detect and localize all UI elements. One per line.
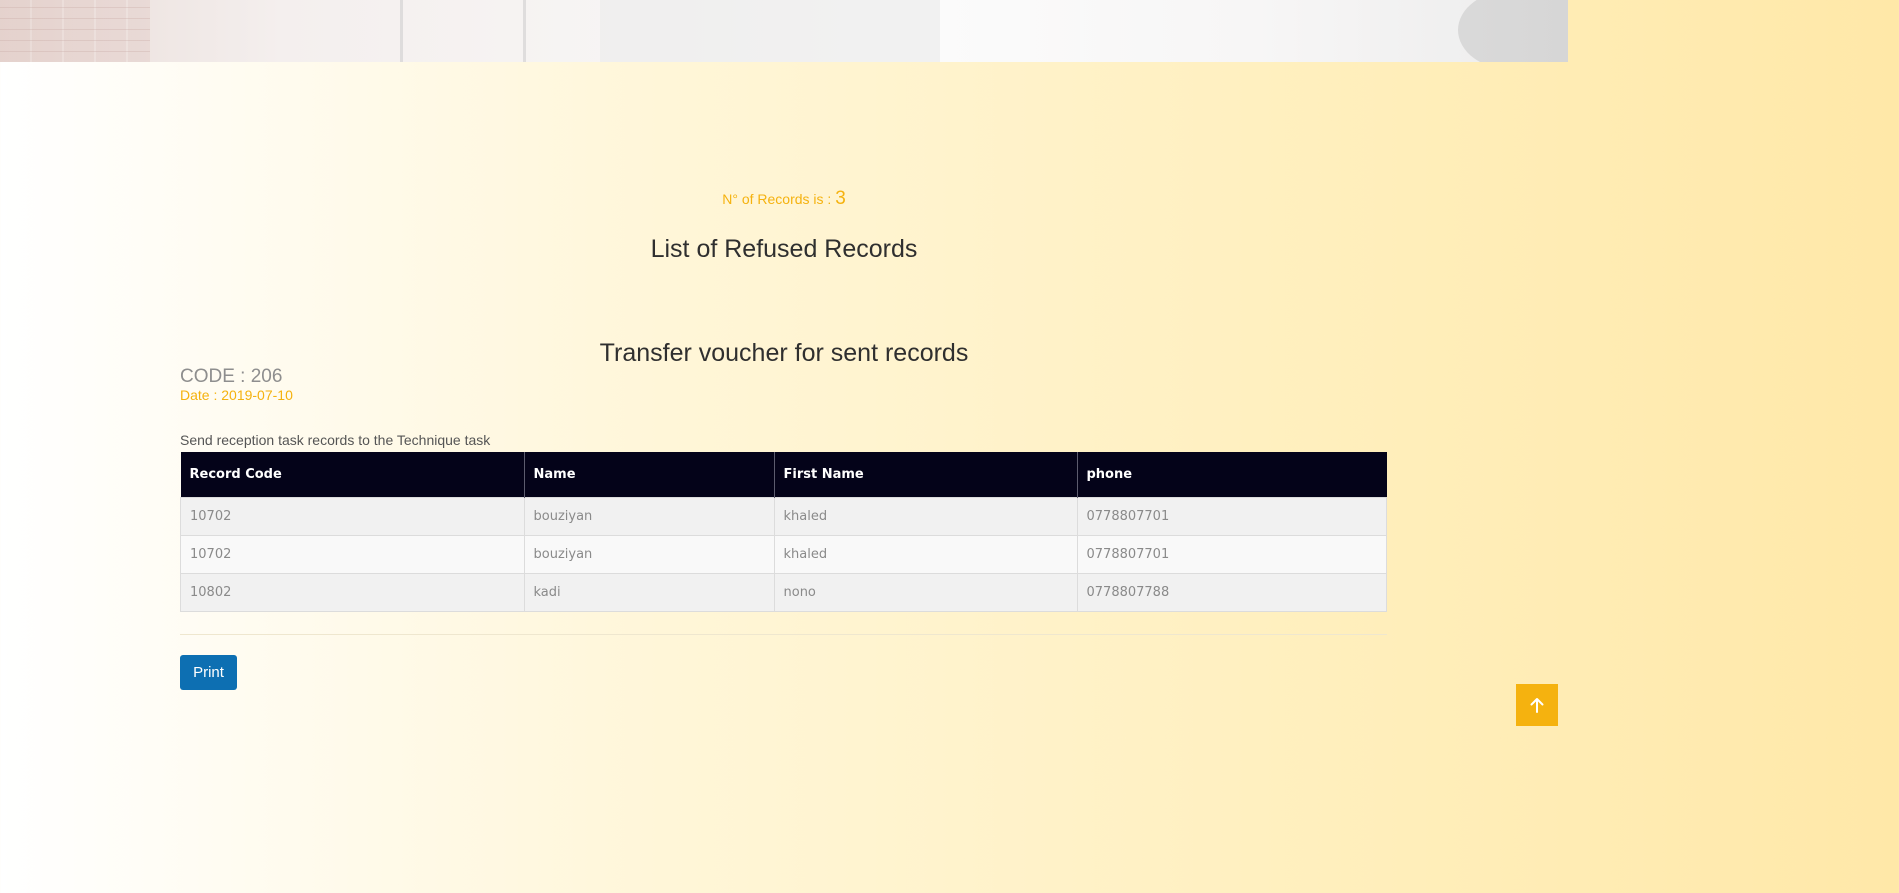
cell-name: bouziyan — [523, 535, 775, 574]
cell-record-code: 10702 — [180, 535, 525, 574]
records-count: N° of Records is : 3 — [0, 188, 1568, 210]
voucher-code: CODE : 206 — [180, 366, 283, 387]
table-row: 10702 bouziyan khaled 0778807701 — [180, 535, 1387, 574]
print-button[interactable]: Print — [180, 655, 237, 690]
column-header-name: Name — [524, 452, 775, 498]
hero-window-light — [600, 0, 940, 62]
cell-name: bouziyan — [523, 497, 775, 536]
voucher-title: Transfer voucher for sent records — [599, 339, 969, 367]
records-table: Record Code Name First Name phone 10702 … — [180, 452, 1387, 612]
column-header-first-name: First Name — [774, 452, 1078, 498]
page-title: List of Refused Records — [650, 235, 918, 263]
scroll-to-top-button[interactable] — [1516, 684, 1558, 726]
hero-brick-wall — [0, 0, 150, 62]
voucher-date: Date : 2019-07-10 — [180, 387, 293, 403]
records-count-value: 3 — [835, 188, 846, 209]
cell-name: kadi — [523, 573, 775, 612]
divider — [180, 634, 1387, 635]
cell-phone: 0778807788 — [1076, 573, 1387, 612]
cell-first-name: khaled — [773, 497, 1078, 536]
cell-first-name: nono — [773, 573, 1078, 612]
column-header-record-code: Record Code — [180, 452, 525, 498]
records-count-label: N° of Records is : — [722, 191, 836, 207]
voucher-description: Send reception task records to the Techn… — [180, 432, 491, 448]
cell-first-name: khaled — [773, 535, 1078, 574]
cell-phone: 0778807701 — [1076, 497, 1387, 536]
hero-dark-object — [1458, 0, 1568, 62]
table-row: 10702 bouziyan khaled 0778807701 — [180, 497, 1387, 536]
cell-record-code: 10802 — [180, 573, 525, 612]
hero-window — [400, 0, 526, 62]
arrow-up-icon — [1530, 698, 1544, 713]
table-header-row: Record Code Name First Name phone — [180, 452, 1387, 498]
cell-record-code: 10702 — [180, 497, 525, 536]
cell-phone: 0778807701 — [1076, 535, 1387, 574]
hero-banner-image — [0, 0, 1568, 62]
column-header-phone: phone — [1077, 452, 1387, 498]
table-row: 10802 kadi nono 0778807788 — [180, 573, 1387, 612]
